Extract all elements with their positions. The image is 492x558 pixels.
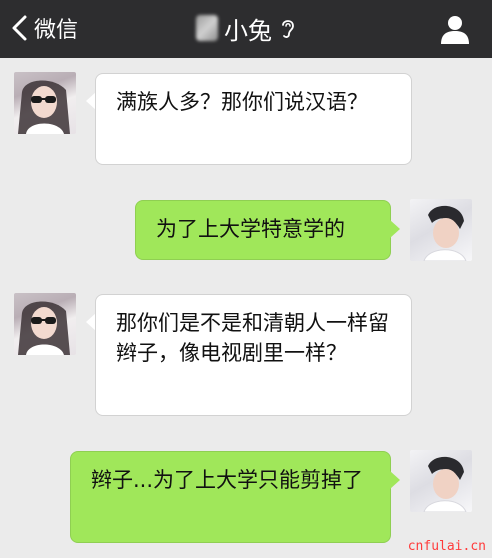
chat-title-area: 小兔 [0,10,492,46]
contact-avatar-image [18,301,70,355]
contact-avatar-image [18,80,70,134]
my-avatar-image [423,205,467,261]
contact-avatar[interactable] [14,293,76,355]
my-avatar[interactable] [410,199,472,261]
bubble-tail [390,471,400,489]
message-bubble-sent[interactable]: 为了上大学特意学的 [135,200,391,260]
chat-title: 小兔 [224,16,272,45]
my-avatar[interactable] [410,450,472,512]
my-avatar-image [423,456,467,512]
message-bubble-received[interactable]: 那你们是不是和清朝人一样留辫子，像电视剧里一样？ [95,294,412,416]
ear-icon [282,20,294,38]
contact-avatar[interactable] [14,72,76,134]
watermark: cnfulai.cn [407,539,486,554]
top-navigation-bar: 微信 小兔 [0,0,492,58]
blurred-name-part [196,15,218,41]
person-icon[interactable] [438,12,472,46]
bubble-tail [390,220,400,238]
message-bubble-received[interactable]: 满族人多？那你们说汉语？ [95,73,412,165]
message-bubble-sent[interactable]: 辫子...为了上大学只能剪掉了 [70,451,391,543]
